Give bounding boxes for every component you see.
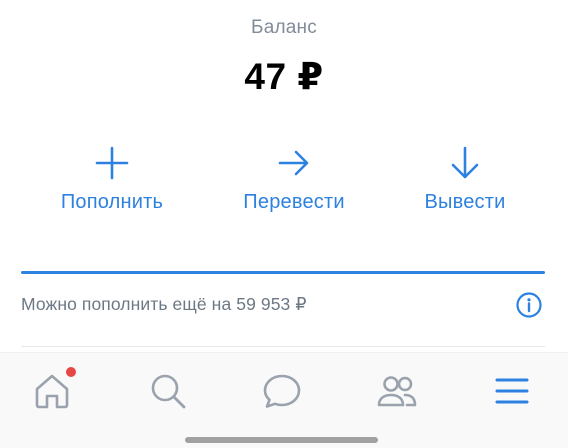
arrow-right-icon	[278, 150, 309, 176]
limit-progress-fill	[21, 271, 545, 274]
transfer-button[interactable]: Перевести	[209, 140, 379, 220]
plus-icon	[95, 146, 129, 180]
notification-dot	[66, 367, 76, 377]
transfer-label: Перевести	[243, 191, 345, 213]
home-indicator	[185, 437, 378, 443]
chat-bubble-icon	[263, 374, 301, 408]
arrow-down-icon	[451, 146, 479, 179]
top-up-button[interactable]: Пополнить	[27, 140, 197, 220]
limit-progress-bar	[21, 271, 545, 274]
divider	[21, 346, 545, 347]
withdraw-label: Вывести	[424, 191, 506, 213]
balance-label: Баланс	[251, 17, 317, 38]
withdraw-button[interactable]: Вывести	[380, 140, 550, 220]
top-up-label: Пополнить	[60, 191, 164, 213]
info-icon[interactable]	[515, 291, 543, 319]
wallet-screen: Баланс 47 ₽ Пополнить Перевести Вывести …	[0, 0, 568, 448]
balance-amount: 47 ₽	[244, 56, 324, 97]
tab-search[interactable]	[148, 371, 188, 411]
bottom-tab-bar	[0, 352, 568, 448]
tab-friends[interactable]	[377, 371, 417, 411]
limit-text: Можно пополнить ещё на 59 953 ₽	[21, 294, 307, 314]
tab-home[interactable]	[32, 371, 72, 411]
friends-icon	[377, 376, 417, 407]
search-icon	[151, 374, 186, 409]
tab-messages[interactable]	[262, 371, 302, 411]
home-icon	[35, 374, 69, 409]
tab-menu[interactable]	[492, 371, 532, 411]
hamburger-menu-icon	[495, 378, 529, 404]
